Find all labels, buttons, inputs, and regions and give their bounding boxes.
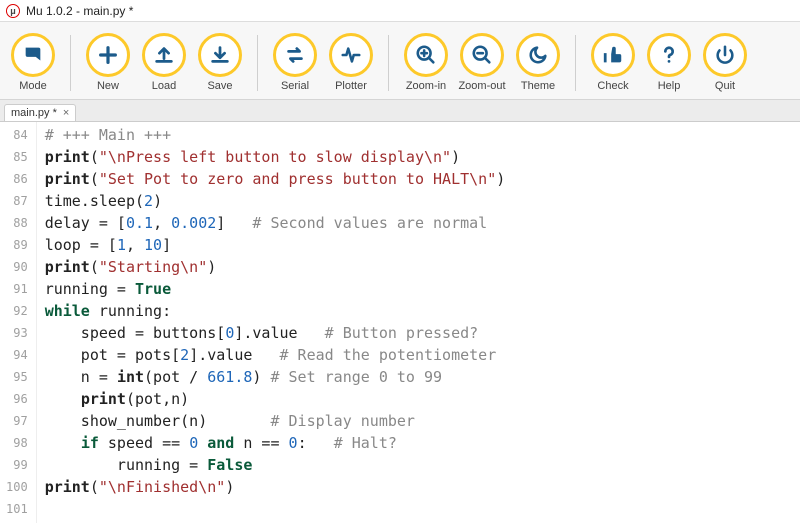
swap-icon xyxy=(273,33,317,77)
line-number: 91 xyxy=(6,278,28,300)
code-line[interactable]: if speed == 0 and n == 0: # Halt? xyxy=(45,432,506,454)
line-number: 84 xyxy=(6,124,28,146)
check-label: Check xyxy=(597,80,628,92)
code-line[interactable]: n = int(pot / 661.8) # Set range 0 to 99 xyxy=(45,366,506,388)
pulse-icon xyxy=(329,33,373,77)
code-line[interactable]: time.sleep(2) xyxy=(45,190,506,212)
toolbar: Mode New Load Save Serial Plotter Zoom-in Zoom-… xyxy=(0,22,800,100)
toolbar-separator xyxy=(388,35,389,91)
load-label: Load xyxy=(152,80,176,92)
theme-button[interactable]: Theme xyxy=(511,33,565,92)
tab-bar: main.py * × xyxy=(0,100,800,122)
quit-label: Quit xyxy=(715,80,735,92)
tab-label: main.py * xyxy=(11,107,57,119)
line-number: 90 xyxy=(6,256,28,278)
line-number: 87 xyxy=(6,190,28,212)
upload-icon xyxy=(142,33,186,77)
line-number: 94 xyxy=(6,344,28,366)
download-icon xyxy=(198,33,242,77)
code-line[interactable]: show_number(n) # Display number xyxy=(45,410,506,432)
code-line[interactable]: running = False xyxy=(45,454,506,476)
serial-label: Serial xyxy=(281,80,309,92)
serial-button[interactable]: Serial xyxy=(268,33,322,92)
window-title: Mu 1.0.2 - main.py * xyxy=(26,4,133,18)
zoomout-icon xyxy=(460,33,504,77)
mode-button[interactable]: Mode xyxy=(6,33,60,92)
plotter-label: Plotter xyxy=(335,80,367,92)
line-gutter: 84858687888990919293949596979899100101 xyxy=(0,122,37,523)
code-line[interactable]: print(pot,n) xyxy=(45,388,506,410)
code-editor[interactable]: 84858687888990919293949596979899100101 #… xyxy=(0,122,800,523)
code-line[interactable]: print("Set Pot to zero and press button … xyxy=(45,168,506,190)
code-area[interactable]: # +++ Main +++print("\nPress left button… xyxy=(37,122,506,523)
line-number: 98 xyxy=(6,432,28,454)
save-label: Save xyxy=(207,80,232,92)
save-button[interactable]: Save xyxy=(193,33,247,92)
code-line[interactable]: speed = buttons[0].value # Button presse… xyxy=(45,322,506,344)
zoomin-icon xyxy=(404,33,448,77)
plotter-button[interactable]: Plotter xyxy=(324,33,378,92)
code-line[interactable]: print("Starting\n") xyxy=(45,256,506,278)
help-button[interactable]: Help xyxy=(642,33,696,92)
zoom-out-button[interactable]: Zoom-out xyxy=(455,33,509,92)
file-tab[interactable]: main.py * × xyxy=(4,104,76,121)
line-number: 97 xyxy=(6,410,28,432)
title-bar: μ Mu 1.0.2 - main.py * xyxy=(0,0,800,22)
zoom-in-label: Zoom-in xyxy=(406,80,446,92)
toolbar-separator xyxy=(257,35,258,91)
line-number: 96 xyxy=(6,388,28,410)
code-line[interactable]: loop = [1, 10] xyxy=(45,234,506,256)
toolbar-separator xyxy=(70,35,71,91)
new-label: New xyxy=(97,80,119,92)
line-number: 86 xyxy=(6,168,28,190)
toolbar-separator xyxy=(575,35,576,91)
code-line[interactable]: # +++ Main +++ xyxy=(45,124,506,146)
line-number: 89 xyxy=(6,234,28,256)
code-line[interactable]: delay = [0.1, 0.002] # Second values are… xyxy=(45,212,506,234)
plus-icon xyxy=(86,33,130,77)
code-line[interactable]: running = True xyxy=(45,278,506,300)
app-icon: μ xyxy=(6,4,20,18)
moon-icon xyxy=(516,33,560,77)
line-number: 88 xyxy=(6,212,28,234)
new-button[interactable]: New xyxy=(81,33,135,92)
load-button[interactable]: Load xyxy=(137,33,191,92)
zoom-in-button[interactable]: Zoom-in xyxy=(399,33,453,92)
line-number: 85 xyxy=(6,146,28,168)
line-number: 92 xyxy=(6,300,28,322)
close-tab-icon[interactable]: × xyxy=(63,107,69,119)
line-number: 99 xyxy=(6,454,28,476)
zoom-out-label: Zoom-out xyxy=(458,80,505,92)
mode-icon xyxy=(11,33,55,77)
question-icon xyxy=(647,33,691,77)
help-label: Help xyxy=(658,80,681,92)
line-number: 101 xyxy=(6,498,28,520)
code-line[interactable] xyxy=(45,498,506,520)
code-line[interactable]: print("\nPress left button to slow displ… xyxy=(45,146,506,168)
check-button[interactable]: Check xyxy=(586,33,640,92)
line-number: 100 xyxy=(6,476,28,498)
power-icon xyxy=(703,33,747,77)
code-line[interactable]: print("\nFinished\n") xyxy=(45,476,506,498)
mode-label: Mode xyxy=(19,80,47,92)
thumb-icon xyxy=(591,33,635,77)
quit-button[interactable]: Quit xyxy=(698,33,752,92)
theme-label: Theme xyxy=(521,80,555,92)
line-number: 95 xyxy=(6,366,28,388)
code-line[interactable]: while running: xyxy=(45,300,506,322)
code-line[interactable]: pot = pots[2].value # Read the potentiom… xyxy=(45,344,506,366)
line-number: 93 xyxy=(6,322,28,344)
